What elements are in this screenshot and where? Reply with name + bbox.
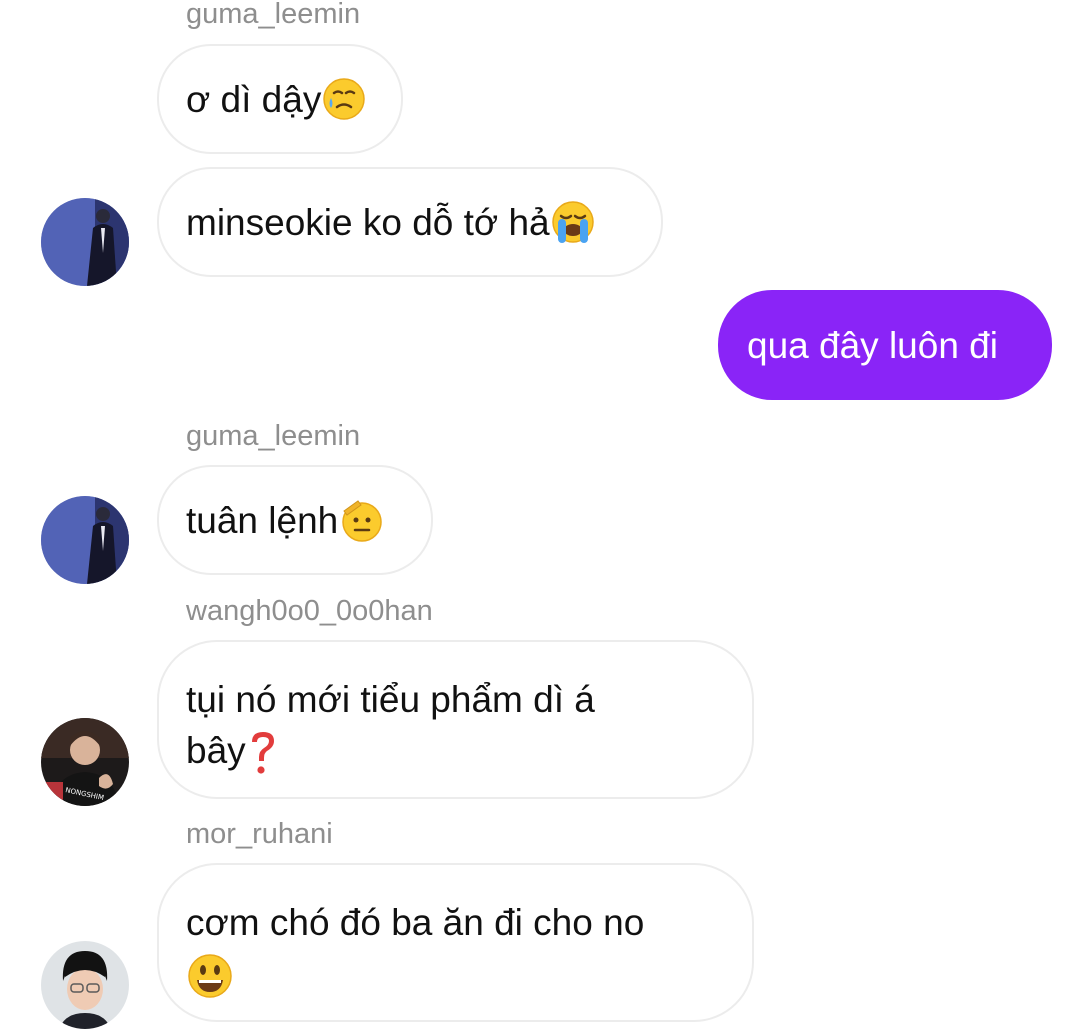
message-text-line: cơm chó đó ba ăn đi cho no xyxy=(186,902,645,943)
sender-username: mor_ruhani xyxy=(186,818,333,850)
message-text-line: tụi nó mới tiểu phẩm dì á xyxy=(186,679,595,720)
sender-username: guma_leemin xyxy=(186,420,361,452)
message-text: ơ dì dậy xyxy=(186,78,322,120)
grinning-face-icon xyxy=(186,952,234,1000)
message-bubble[interactable]: minseokie ko dỗ tớ hả xyxy=(157,167,663,277)
message-text-line: bây xyxy=(186,730,246,771)
message-text: minseokie ko dỗ tớ hả xyxy=(186,201,550,243)
red-question-mark-icon xyxy=(246,730,280,776)
saluting-face-icon xyxy=(338,497,386,543)
message-text: tuân lệnh xyxy=(186,499,339,541)
outgoing-message-bubble[interactable]: qua đây luôn đi xyxy=(718,290,1052,400)
sender-username: wangh0o0_0o0han xyxy=(186,595,433,627)
avatar-wangh0o0-0o0han[interactable]: NONGSHIM xyxy=(41,718,129,806)
message-text: qua đây luôn đi xyxy=(747,324,998,366)
loudly-crying-face-icon xyxy=(550,199,596,245)
sender-username: guma_leemin xyxy=(186,0,361,30)
message-bubble[interactable]: tụi nó mới tiểu phẩm dì á bây xyxy=(157,640,754,799)
message-bubble[interactable]: cơm chó đó ba ăn đi cho no xyxy=(157,863,754,1022)
avatar-mor-ruhani[interactable] xyxy=(41,941,129,1029)
message-bubble[interactable]: tuân lệnh xyxy=(157,465,433,575)
avatar-guma-leemin[interactable] xyxy=(41,198,129,286)
face-holding-back-tears-icon xyxy=(321,76,367,122)
avatar-guma-leemin[interactable] xyxy=(41,496,129,584)
message-bubble[interactable]: ơ dì dậy xyxy=(157,44,403,154)
